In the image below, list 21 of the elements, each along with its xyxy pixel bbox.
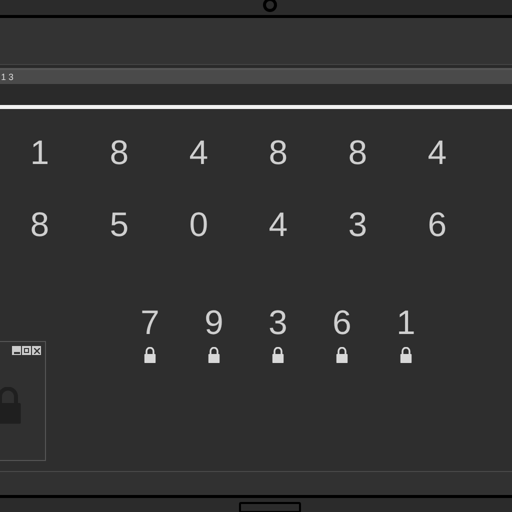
status-text: 1 3	[1, 72, 14, 82]
digit: 6	[332, 305, 352, 341]
close-icon[interactable]	[32, 346, 41, 355]
digit: 0	[188, 207, 210, 243]
digit: 8	[268, 135, 289, 171]
digit: 8	[347, 135, 368, 171]
maximize-icon[interactable]	[22, 346, 31, 355]
digit: 4	[268, 207, 289, 243]
digit: 5	[108, 207, 130, 243]
digit: 1	[396, 305, 416, 341]
digit: 8	[108, 135, 130, 171]
minimize-icon[interactable]	[12, 346, 21, 355]
digit: 4	[426, 135, 448, 171]
digit: 1	[29, 135, 50, 171]
digit: 6	[426, 207, 448, 243]
digit: 3	[347, 207, 368, 243]
digit: 9	[204, 305, 224, 341]
digit: 3	[268, 305, 288, 341]
digit: 4	[188, 135, 210, 171]
digit: 7	[140, 305, 160, 341]
digit: 8	[29, 207, 50, 243]
